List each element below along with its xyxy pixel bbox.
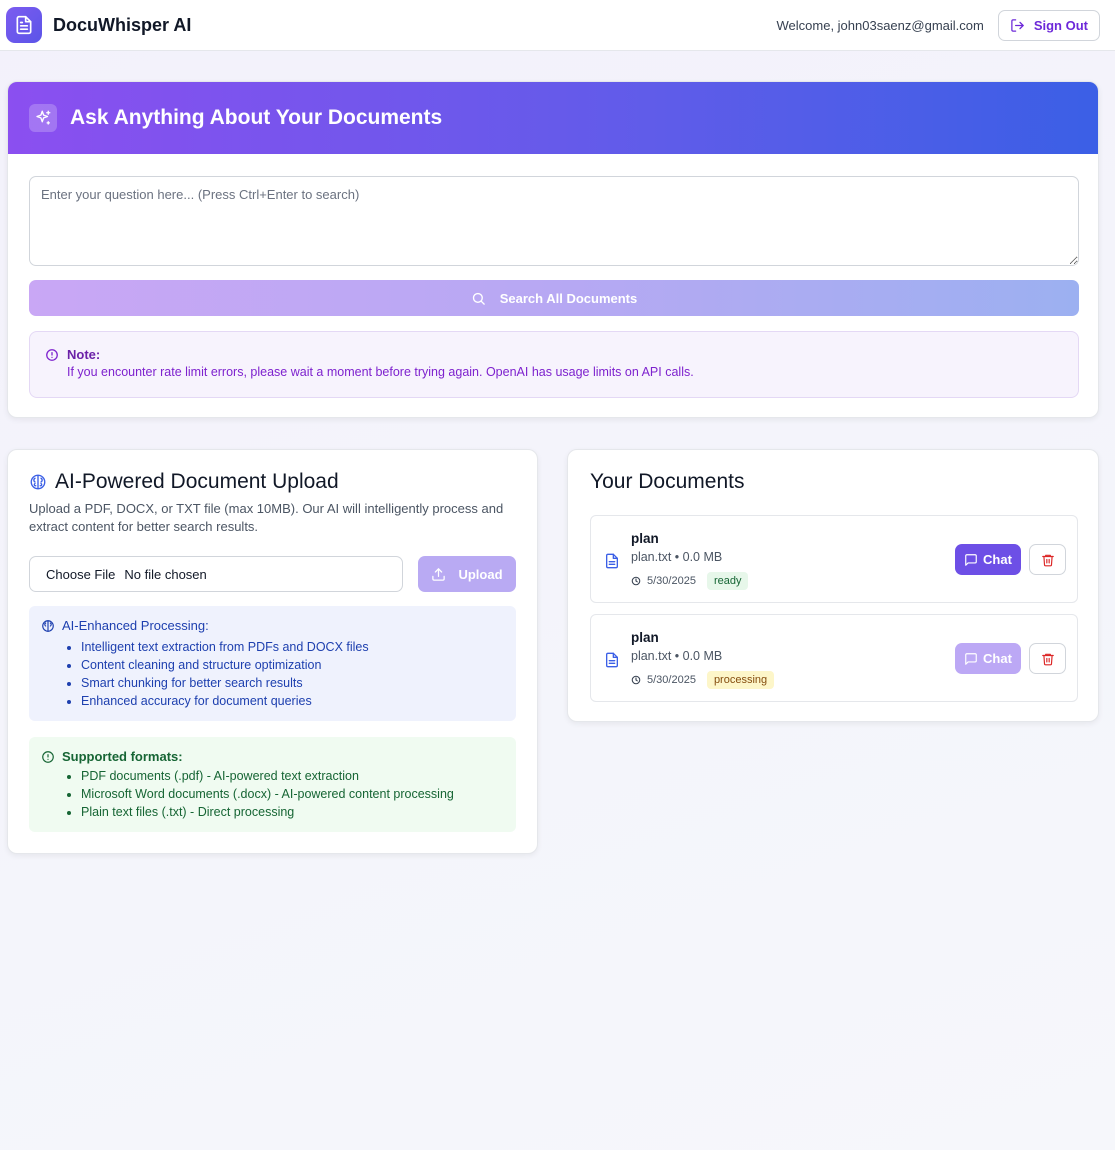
upload-label: Upload (458, 566, 503, 582)
document-meta: plan.txt • 0.0 MB (631, 550, 723, 564)
note-title-row: Note: (45, 347, 1063, 362)
message-square-icon (965, 553, 977, 566)
no-file-label: No file chosen (124, 566, 207, 582)
list-item: Intelligent text extraction from PDFs an… (81, 638, 504, 656)
delete-button[interactable] (1029, 643, 1066, 674)
rate-limit-note: Note: If you encounter rate limit errors… (29, 331, 1079, 398)
status-badge: ready (706, 572, 749, 590)
supported-formats-list: PDF documents (.pdf) - AI-powered text e… (41, 767, 504, 821)
chat-button[interactable]: Chat (955, 544, 1021, 575)
document-date: 5/30/2025 (647, 674, 696, 686)
documents-card: Your Documents plan plan.txt • 0.0 MB 5/… (567, 449, 1099, 722)
chat-label: Chat (983, 552, 1012, 567)
document-item[interactable]: plan plan.txt • 0.0 MB 5/30/2025 process… (590, 614, 1078, 702)
document-date-row: 5/30/2025 processing (631, 671, 775, 689)
chat-label: Chat (983, 651, 1012, 666)
list-item: Enhanced accuracy for document queries (81, 692, 504, 710)
list-item: Smart chunking for better search results (81, 674, 504, 692)
choose-file-button[interactable]: Choose File (46, 567, 115, 582)
document-icon (6, 7, 42, 43)
ask-header: Ask Anything About Your Documents (8, 82, 1098, 154)
logout-icon (1011, 18, 1024, 32)
delete-button[interactable] (1029, 544, 1066, 575)
brain-icon (30, 474, 46, 490)
status-badge: processing (706, 671, 775, 689)
file-text-icon (606, 652, 618, 668)
ask-card: Ask Anything About Your Documents Search… (7, 81, 1099, 418)
trash-icon (1041, 554, 1054, 566)
document-name: plan (631, 531, 659, 546)
clock-icon (631, 675, 641, 685)
upload-title: AI-Powered Document Upload (55, 470, 339, 493)
list-item: Plain text files (.txt) - Direct process… (81, 803, 504, 821)
supported-formats-box: Supported formats: PDF documents (.pdf) … (29, 737, 516, 832)
brand: DocuWhisper AI (6, 7, 191, 43)
sign-out-label: Sign Out (1033, 17, 1088, 33)
ai-processing-title: AI-Enhanced Processing: (62, 618, 209, 633)
search-icon (472, 292, 485, 305)
list-item: Content cleaning and structure optimizat… (81, 656, 504, 674)
clock-icon (631, 576, 641, 586)
search-all-button[interactable]: Search All Documents (29, 280, 1079, 316)
document-date-row: 5/30/2025 ready (631, 572, 749, 590)
header-right: Welcome, john03saenz@gmail.com Sign Out (776, 9, 1100, 41)
info-circle-icon (42, 750, 54, 763)
sparkles-icon (29, 104, 57, 132)
app-name: DocuWhisper AI (53, 14, 192, 35)
document-name: plan (631, 630, 659, 645)
upload-description: Upload a PDF, DOCX, or TXT file (max 10M… (29, 501, 504, 534)
supported-formats-title: Supported formats: (62, 749, 183, 764)
upload-title-row: AI-Powered Document Upload (29, 470, 339, 494)
documents-title: Your Documents (590, 470, 745, 493)
brain-icon (42, 619, 54, 632)
file-input[interactable]: Choose File No file chosen (29, 556, 403, 592)
ai-processing-list: Intelligent text extraction from PDFs an… (41, 638, 504, 710)
note-title: Note: (67, 347, 101, 362)
upload-button[interactable]: Upload (418, 556, 516, 592)
list-item: Microsoft Word documents (.docx) - AI-po… (81, 785, 504, 803)
trash-icon (1041, 653, 1054, 665)
file-text-icon (606, 553, 618, 569)
top-header: DocuWhisper AI Welcome, john03saenz@gmai… (0, 0, 1115, 51)
ask-title: Ask Anything About Your Documents (70, 106, 443, 129)
search-all-label: Search All Documents (499, 290, 638, 306)
chat-button[interactable]: Chat (955, 643, 1021, 674)
list-item: PDF documents (.pdf) - AI-powered text e… (81, 767, 504, 785)
ai-processing-title-row: AI-Enhanced Processing: (41, 618, 504, 633)
document-date: 5/30/2025 (647, 575, 696, 587)
document-item[interactable]: plan plan.txt • 0.0 MB 5/30/2025 ready C… (590, 515, 1078, 603)
supported-formats-title-row: Supported formats: (41, 749, 504, 764)
message-square-icon (965, 652, 977, 665)
sign-out-button[interactable]: Sign Out (997, 9, 1100, 41)
upload-icon (432, 567, 446, 581)
note-text: If you encounter rate limit errors, plea… (67, 365, 694, 379)
document-meta: plan.txt • 0.0 MB (631, 649, 723, 663)
ai-processing-box: AI-Enhanced Processing: Intelligent text… (29, 606, 516, 721)
question-input[interactable] (29, 176, 1079, 266)
upload-card: AI-Powered Document Upload Upload a PDF,… (7, 449, 538, 854)
alert-circle-icon (46, 348, 58, 361)
welcome-text: Welcome, john03saenz@gmail.com (776, 17, 984, 33)
